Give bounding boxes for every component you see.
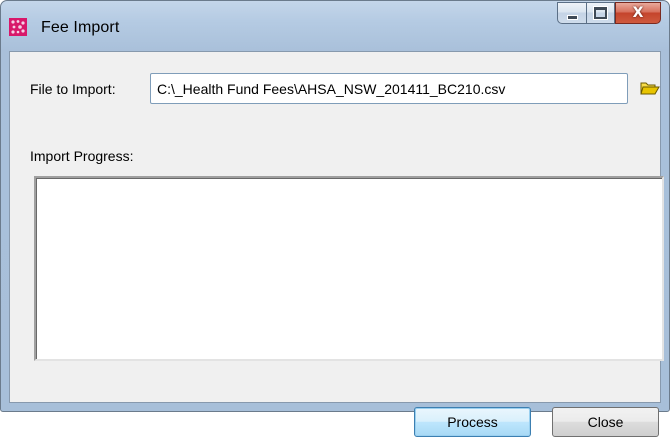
minimize-button[interactable] — [557, 2, 586, 24]
window-title: Fee Import — [41, 19, 120, 36]
minimize-icon — [566, 14, 578, 20]
maximize-icon — [594, 7, 607, 19]
process-button[interactable]: Process — [414, 407, 531, 437]
caption-buttons: X — [557, 2, 661, 24]
file-to-import-label: File to Import: — [30, 81, 116, 97]
close-icon: X — [632, 5, 644, 21]
app-icon — [9, 18, 27, 36]
maximize-button[interactable] — [586, 2, 615, 24]
file-path-input[interactable] — [150, 73, 628, 104]
fee-import-window: Fee Import X File to Import: Import Prog… — [0, 0, 670, 437]
import-progress-log[interactable] — [34, 176, 664, 361]
import-progress-label: Import Progress: — [30, 148, 134, 164]
title-bar[interactable]: Fee Import X — [1, 1, 669, 51]
dialog-body: File to Import: Import Progress: Process… — [9, 51, 664, 437]
folder-open-icon[interactable] — [640, 80, 660, 96]
close-button[interactable]: Close — [552, 407, 659, 437]
close-window-button[interactable]: X — [615, 2, 661, 24]
